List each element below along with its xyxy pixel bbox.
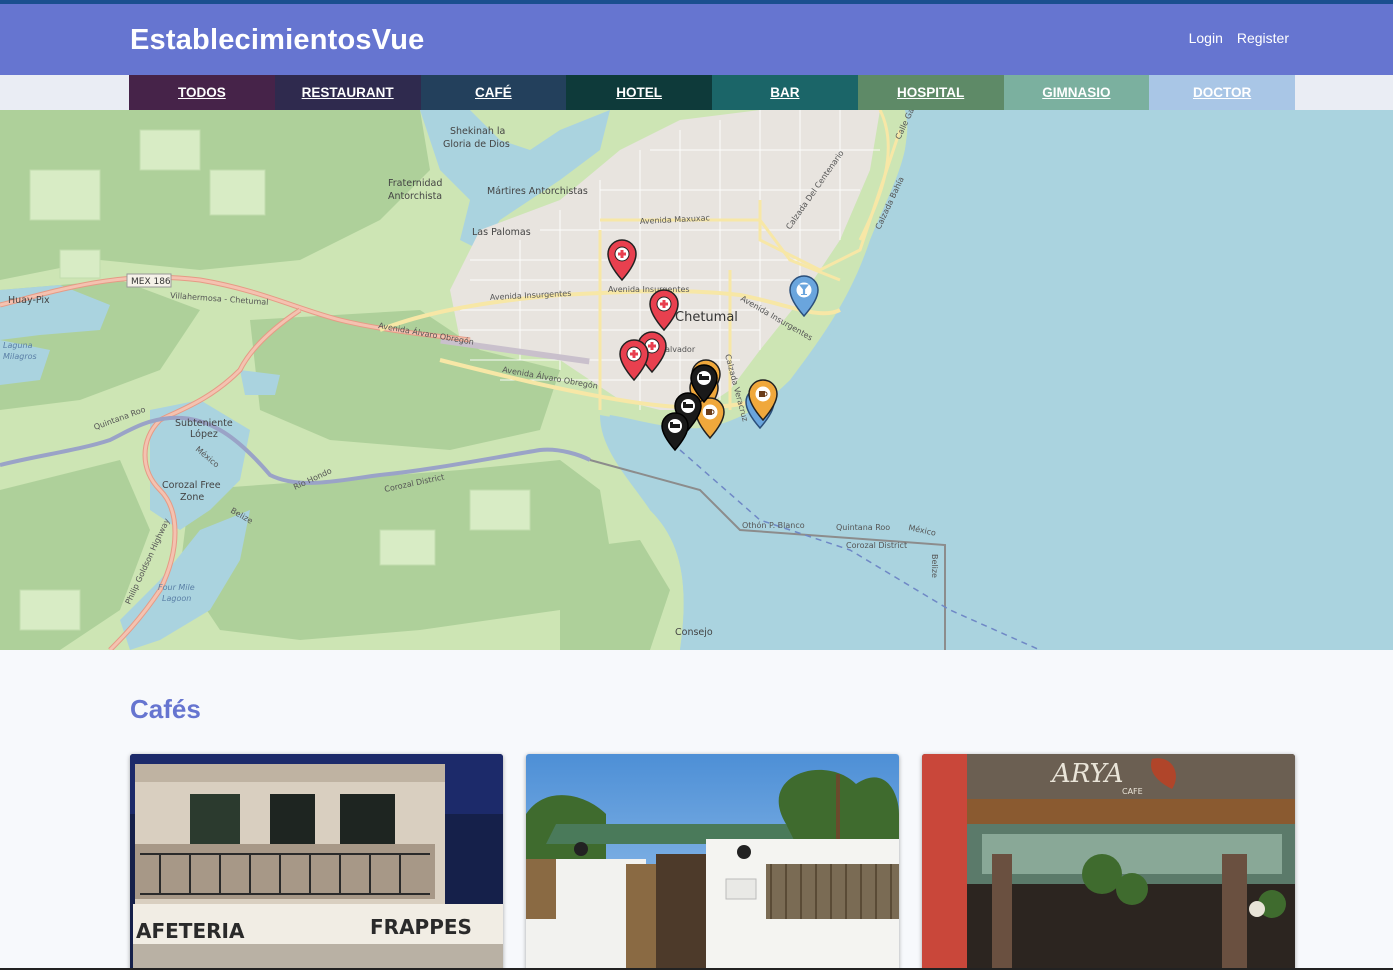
nav-item-todos[interactable]: TODOS bbox=[129, 75, 275, 110]
label-consejo: Consejo bbox=[675, 627, 713, 638]
label-shekinah-1: Shekinah la bbox=[450, 126, 505, 137]
nav-item-hospital[interactable]: HOSPITAL bbox=[857, 75, 1004, 110]
label-mex186: MEX 186 bbox=[131, 277, 171, 287]
label-corozal-1: Corozal Free bbox=[162, 480, 221, 491]
label-av-insurgentes-2: Avenida Insurgentes bbox=[608, 285, 690, 294]
nav-item-cafe[interactable]: CAFÉ bbox=[420, 75, 567, 110]
category-nav-items: TODOS RESTAURANT CAFÉ HOTEL BAR HOSPITAL… bbox=[129, 75, 1295, 110]
label-four-mile-2: Lagoon bbox=[162, 594, 191, 603]
category-nav: TODOS RESTAURANT CAFÉ HOTEL BAR HOSPITAL… bbox=[0, 75, 1393, 110]
section-title-cafes: Cafés bbox=[130, 694, 201, 724]
nav-item-bar[interactable]: BAR bbox=[712, 75, 858, 110]
login-link[interactable]: Login bbox=[1189, 30, 1223, 46]
site-header: EstablecimientosVue Login Register bbox=[0, 4, 1393, 75]
label-quintana-roo-2: Quintana Roo bbox=[836, 523, 890, 532]
auth-links: Login Register bbox=[1189, 30, 1289, 46]
label-martires: Mártires Antorchistas bbox=[487, 186, 588, 197]
nav-item-gimnasio[interactable]: GIMNASIO bbox=[1003, 75, 1150, 110]
label-fraternidad-1: Fraternidad bbox=[388, 178, 442, 189]
label-laguna-2: Milagros bbox=[3, 352, 37, 361]
label-four-mile-1: Four Mile bbox=[158, 583, 195, 592]
photo-sign-text-2: FRAPPES bbox=[370, 915, 472, 939]
label-subteniente-2: López bbox=[190, 429, 218, 440]
nav-item-restaurant[interactable]: RESTAURANT bbox=[274, 75, 421, 110]
cafe-card[interactable] bbox=[526, 754, 899, 970]
map-canvas[interactable]: Shekinah la Gloria de Dios Fraternidad A… bbox=[0, 110, 1393, 650]
nav-item-doctor[interactable]: DOCTOR bbox=[1149, 75, 1295, 110]
label-corozal-district-2: Corozal District bbox=[846, 541, 907, 550]
nav-item-hotel[interactable]: HOTEL bbox=[566, 75, 712, 110]
photo-sign-text-1: ARYA bbox=[1050, 759, 1123, 789]
label-palomas: Las Palomas bbox=[472, 227, 531, 238]
establishments-map[interactable]: Shekinah la Gloria de Dios Fraternidad A… bbox=[0, 110, 1393, 650]
photo-sign-text-1: AFETERIA bbox=[136, 919, 245, 943]
label-laguna-1: Laguna bbox=[3, 341, 33, 350]
register-link[interactable]: Register bbox=[1237, 30, 1289, 46]
cafe-photo bbox=[526, 754, 899, 970]
label-corozal-2: Zone bbox=[180, 492, 204, 503]
cafe-card[interactable]: ARYA CAFE bbox=[922, 754, 1295, 970]
label-othon: Othón P. Blanco bbox=[742, 520, 805, 530]
label-chetumal: Chetumal bbox=[675, 310, 738, 325]
mex186-shield: MEX 186 bbox=[126, 273, 172, 288]
brand-logo[interactable]: EstablecimientosVue bbox=[130, 24, 424, 57]
label-fraternidad-2: Antorchista bbox=[388, 191, 442, 202]
label-subteniente-1: Subteniente bbox=[175, 418, 233, 429]
label-huay-pix: Huay-Pix bbox=[8, 295, 50, 306]
label-shekinah-2: Gloria de Dios bbox=[443, 139, 510, 150]
cafe-photo: AFETERIA FRAPPES bbox=[130, 754, 503, 970]
cafe-photo: ARYA CAFE bbox=[922, 754, 1295, 970]
label-belize-2: Belize bbox=[930, 554, 939, 578]
cafe-card[interactable]: AFETERIA FRAPPES bbox=[130, 754, 503, 970]
cafe-cards: AFETERIA FRAPPES ARYA CAFE bbox=[130, 754, 1295, 970]
photo-sign-text-2: CAFE bbox=[1122, 787, 1143, 796]
